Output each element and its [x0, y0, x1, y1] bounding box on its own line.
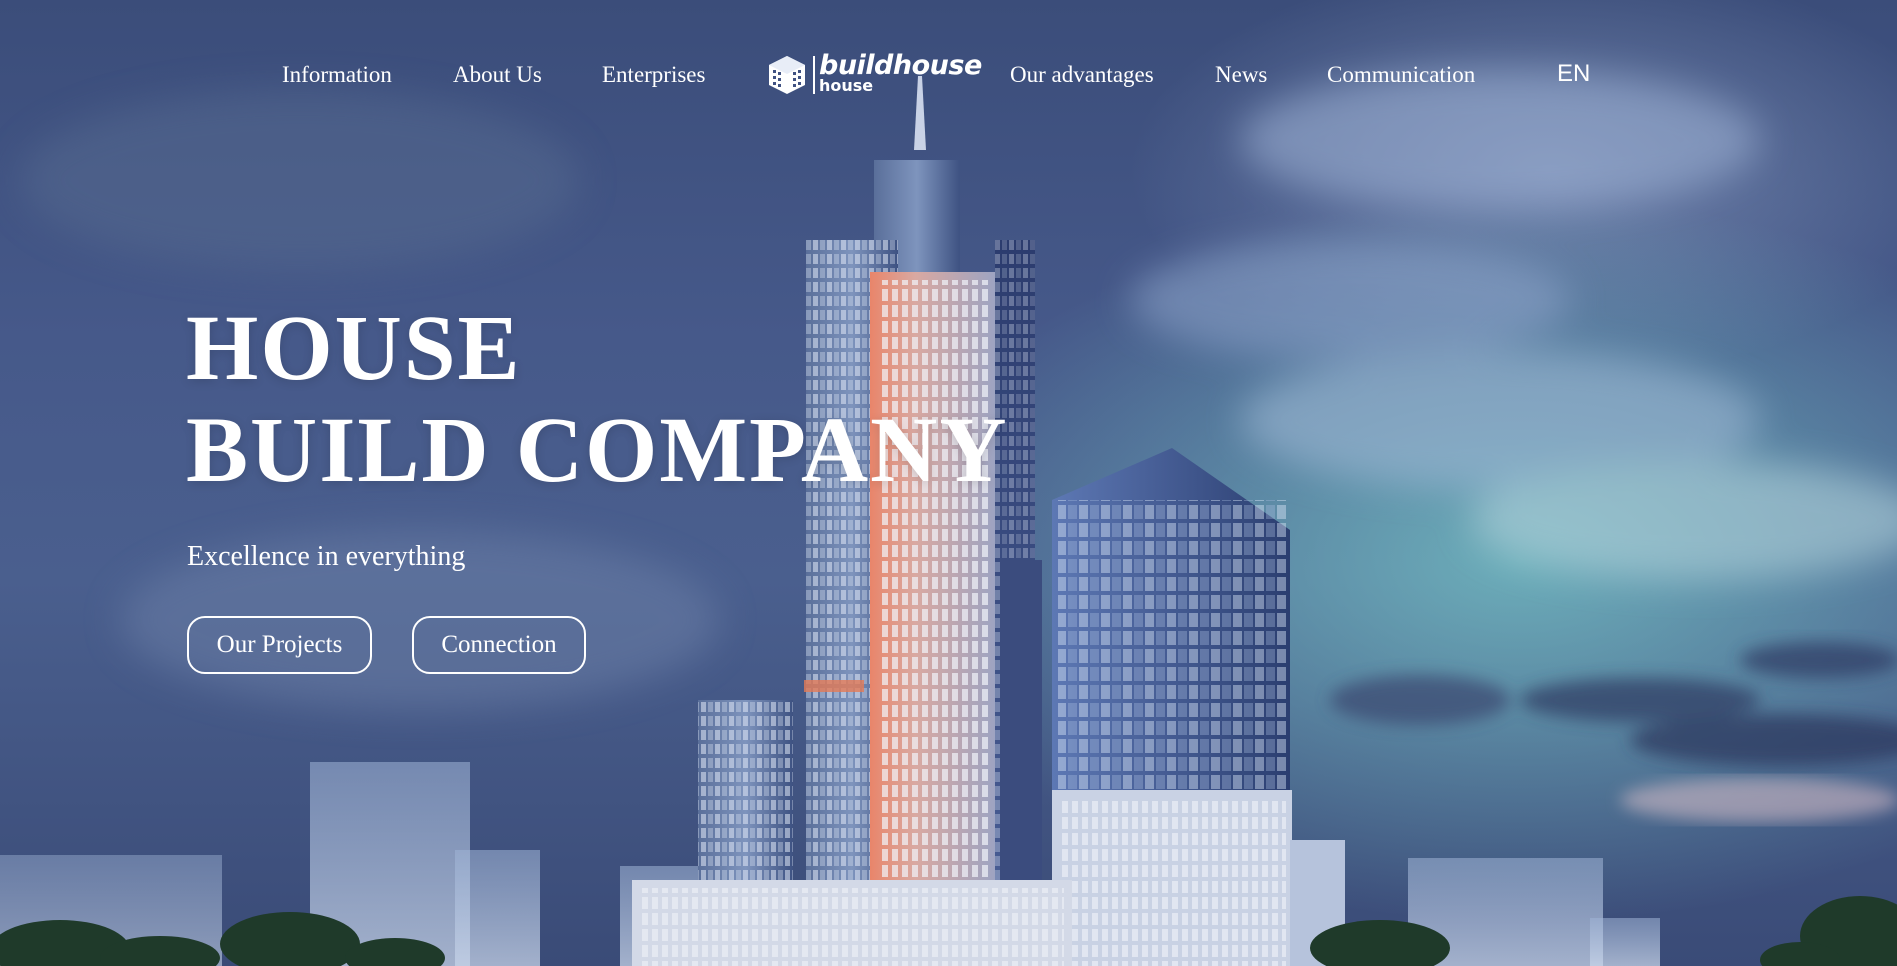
hero-tagline: Excellence in everything: [187, 541, 466, 572]
hero-title-line-2: BUILD COMPANY: [186, 399, 1009, 502]
hero-title-line-1: HOUSE: [186, 297, 522, 400]
nav-item-about-us[interactable]: About Us: [453, 62, 542, 88]
hero-section: Information About Us Enterprises buildho…: [0, 0, 1897, 966]
logo-divider: [813, 56, 815, 94]
brand-logo[interactable]: buildhouse house: [767, 50, 982, 98]
nav-item-news[interactable]: News: [1215, 62, 1267, 88]
nav-item-enterprises[interactable]: Enterprises: [602, 62, 705, 88]
hero-title: HOUSE BUILD COMPANY: [186, 298, 1009, 502]
top-navigation: Information About Us Enterprises buildho…: [0, 50, 1897, 98]
our-projects-button[interactable]: Our Projects: [187, 616, 372, 674]
nav-item-information[interactable]: Information: [282, 62, 392, 88]
language-switcher[interactable]: EN: [1557, 60, 1590, 88]
connection-button[interactable]: Connection: [412, 616, 586, 674]
building-cube-icon: [769, 56, 805, 94]
nav-item-our-advantages[interactable]: Our advantages: [1010, 62, 1154, 88]
logo-subtext: house: [819, 76, 874, 95]
nav-item-communication[interactable]: Communication: [1327, 62, 1475, 88]
